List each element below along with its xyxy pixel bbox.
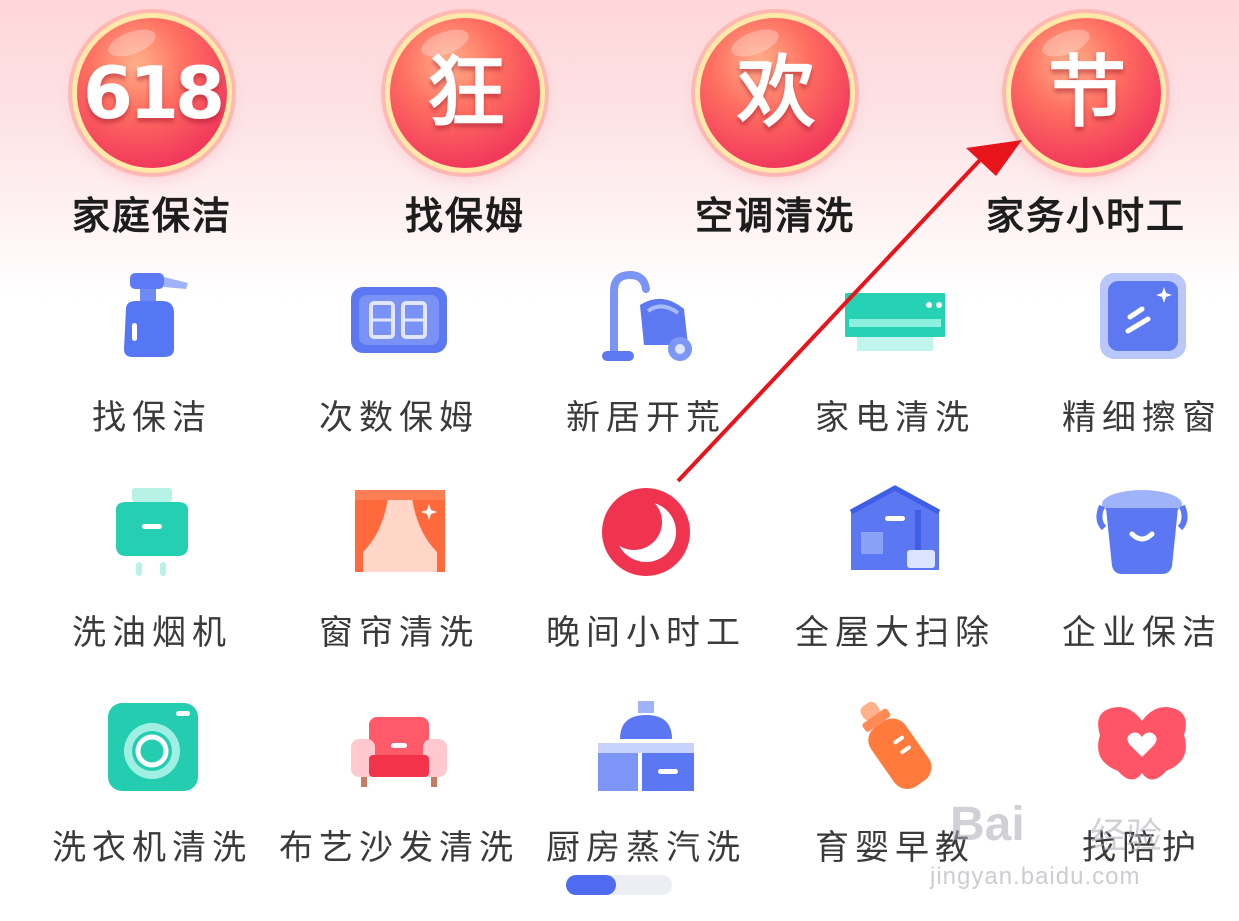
moon-icon: [602, 488, 690, 576]
sofa-icon: [351, 717, 447, 787]
promo-badge-text: 欢: [736, 48, 815, 138]
service-evening-hourly[interactable]: 晚间小时工: [522, 470, 770, 685]
watermark-brand: Bai: [950, 798, 1025, 851]
kitchen-hood-icon: [598, 701, 694, 791]
service-label: 洗油烟机: [72, 613, 232, 653]
service-fine-window-cleaning[interactable]: 精细擦窗: [1018, 255, 1239, 470]
service-find-cleaner[interactable]: 找保洁: [28, 255, 276, 470]
promo-find-nanny[interactable]: 狂 找保姆: [315, 0, 615, 250]
spray-bottle-icon: [124, 273, 188, 357]
promo-row: 618 家庭保洁 狂 找保姆 欢 空调清洗 节 家务小时工: [0, 0, 1239, 250]
service-label: 找保洁: [92, 398, 212, 438]
vacuum-cleaner-icon: [602, 270, 692, 361]
curtain-icon: [355, 490, 445, 572]
service-label: 新居开荒: [566, 398, 726, 438]
watermark-url: jingyan.baidu.com: [930, 863, 1141, 890]
service-whole-house-cleaning[interactable]: 全屋大扫除: [771, 470, 1019, 685]
baby-bottle-icon: [860, 701, 932, 790]
service-session-nanny[interactable]: 次数保姆: [275, 255, 523, 470]
digital-counter-icon: [351, 287, 447, 353]
service-label: 全屋大扫除: [795, 613, 995, 653]
window-icon: [1100, 273, 1186, 359]
heart-icon: [1098, 707, 1186, 780]
service-label: 布艺沙发清洗: [279, 828, 519, 868]
promo-badge-kuang: 狂: [390, 18, 540, 168]
service-washing-machine-cleaning[interactable]: 洗衣机清洗: [28, 685, 276, 900]
service-label: 精细擦窗: [1062, 398, 1222, 438]
promo-badge-huan: 欢: [700, 18, 850, 168]
service-appliance-cleaning[interactable]: 家电清洗: [771, 255, 1019, 470]
service-kitchen-steam-cleaning[interactable]: 厨房蒸汽洗: [522, 685, 770, 900]
promo-badge-jie: 节: [1011, 18, 1161, 168]
service-label: 企业保洁: [1062, 613, 1222, 653]
promo-ac-cleaning[interactable]: 欢 空调清洗: [625, 0, 925, 250]
service-range-hood-cleaning[interactable]: 洗油烟机: [28, 470, 276, 685]
page-indicator[interactable]: [566, 875, 672, 895]
promo-label: 家务小时工: [985, 193, 1186, 238]
range-hood-icon: [116, 488, 188, 576]
watermark-cn: 经验: [1090, 816, 1163, 857]
service-label: 家电清洗: [815, 398, 975, 438]
service-label: 窗帘清洗: [319, 613, 479, 653]
promo-label: 空调清洗: [694, 193, 855, 238]
bucket-icon: [1096, 490, 1188, 574]
house-broom-icon: [849, 485, 941, 570]
air-conditioner-icon: [845, 293, 945, 351]
promo-badge-text: 狂: [426, 48, 505, 138]
service-label: 厨房蒸汽洗: [546, 828, 746, 868]
page-indicator-thumb: [566, 875, 616, 895]
promo-home-cleaning[interactable]: 618 家庭保洁: [2, 0, 302, 250]
watermark: Bai 经验 jingyan.baidu.com: [920, 785, 1220, 895]
promo-badge-618: 618: [77, 18, 227, 168]
service-label: 次数保姆: [319, 398, 479, 438]
service-curtain-cleaning[interactable]: 窗帘清洗: [275, 470, 523, 685]
service-label: 洗衣机清洗: [52, 828, 252, 868]
promo-label: 家庭保洁: [71, 193, 232, 238]
promo-badge-text: 618: [82, 51, 225, 135]
promo-badge-text: 节: [1047, 48, 1126, 138]
promo-hourly-housework[interactable]: 节 家务小时工: [936, 0, 1236, 250]
promo-label: 找保姆: [404, 193, 525, 238]
service-enterprise-cleaning[interactable]: 企业保洁: [1018, 470, 1239, 685]
service-new-home-cleaning[interactable]: 新居开荒: [522, 255, 770, 470]
washing-machine-icon: [108, 703, 198, 791]
service-fabric-sofa-cleaning[interactable]: 布艺沙发清洗: [275, 685, 523, 900]
service-label: 晚间小时工: [546, 613, 746, 653]
